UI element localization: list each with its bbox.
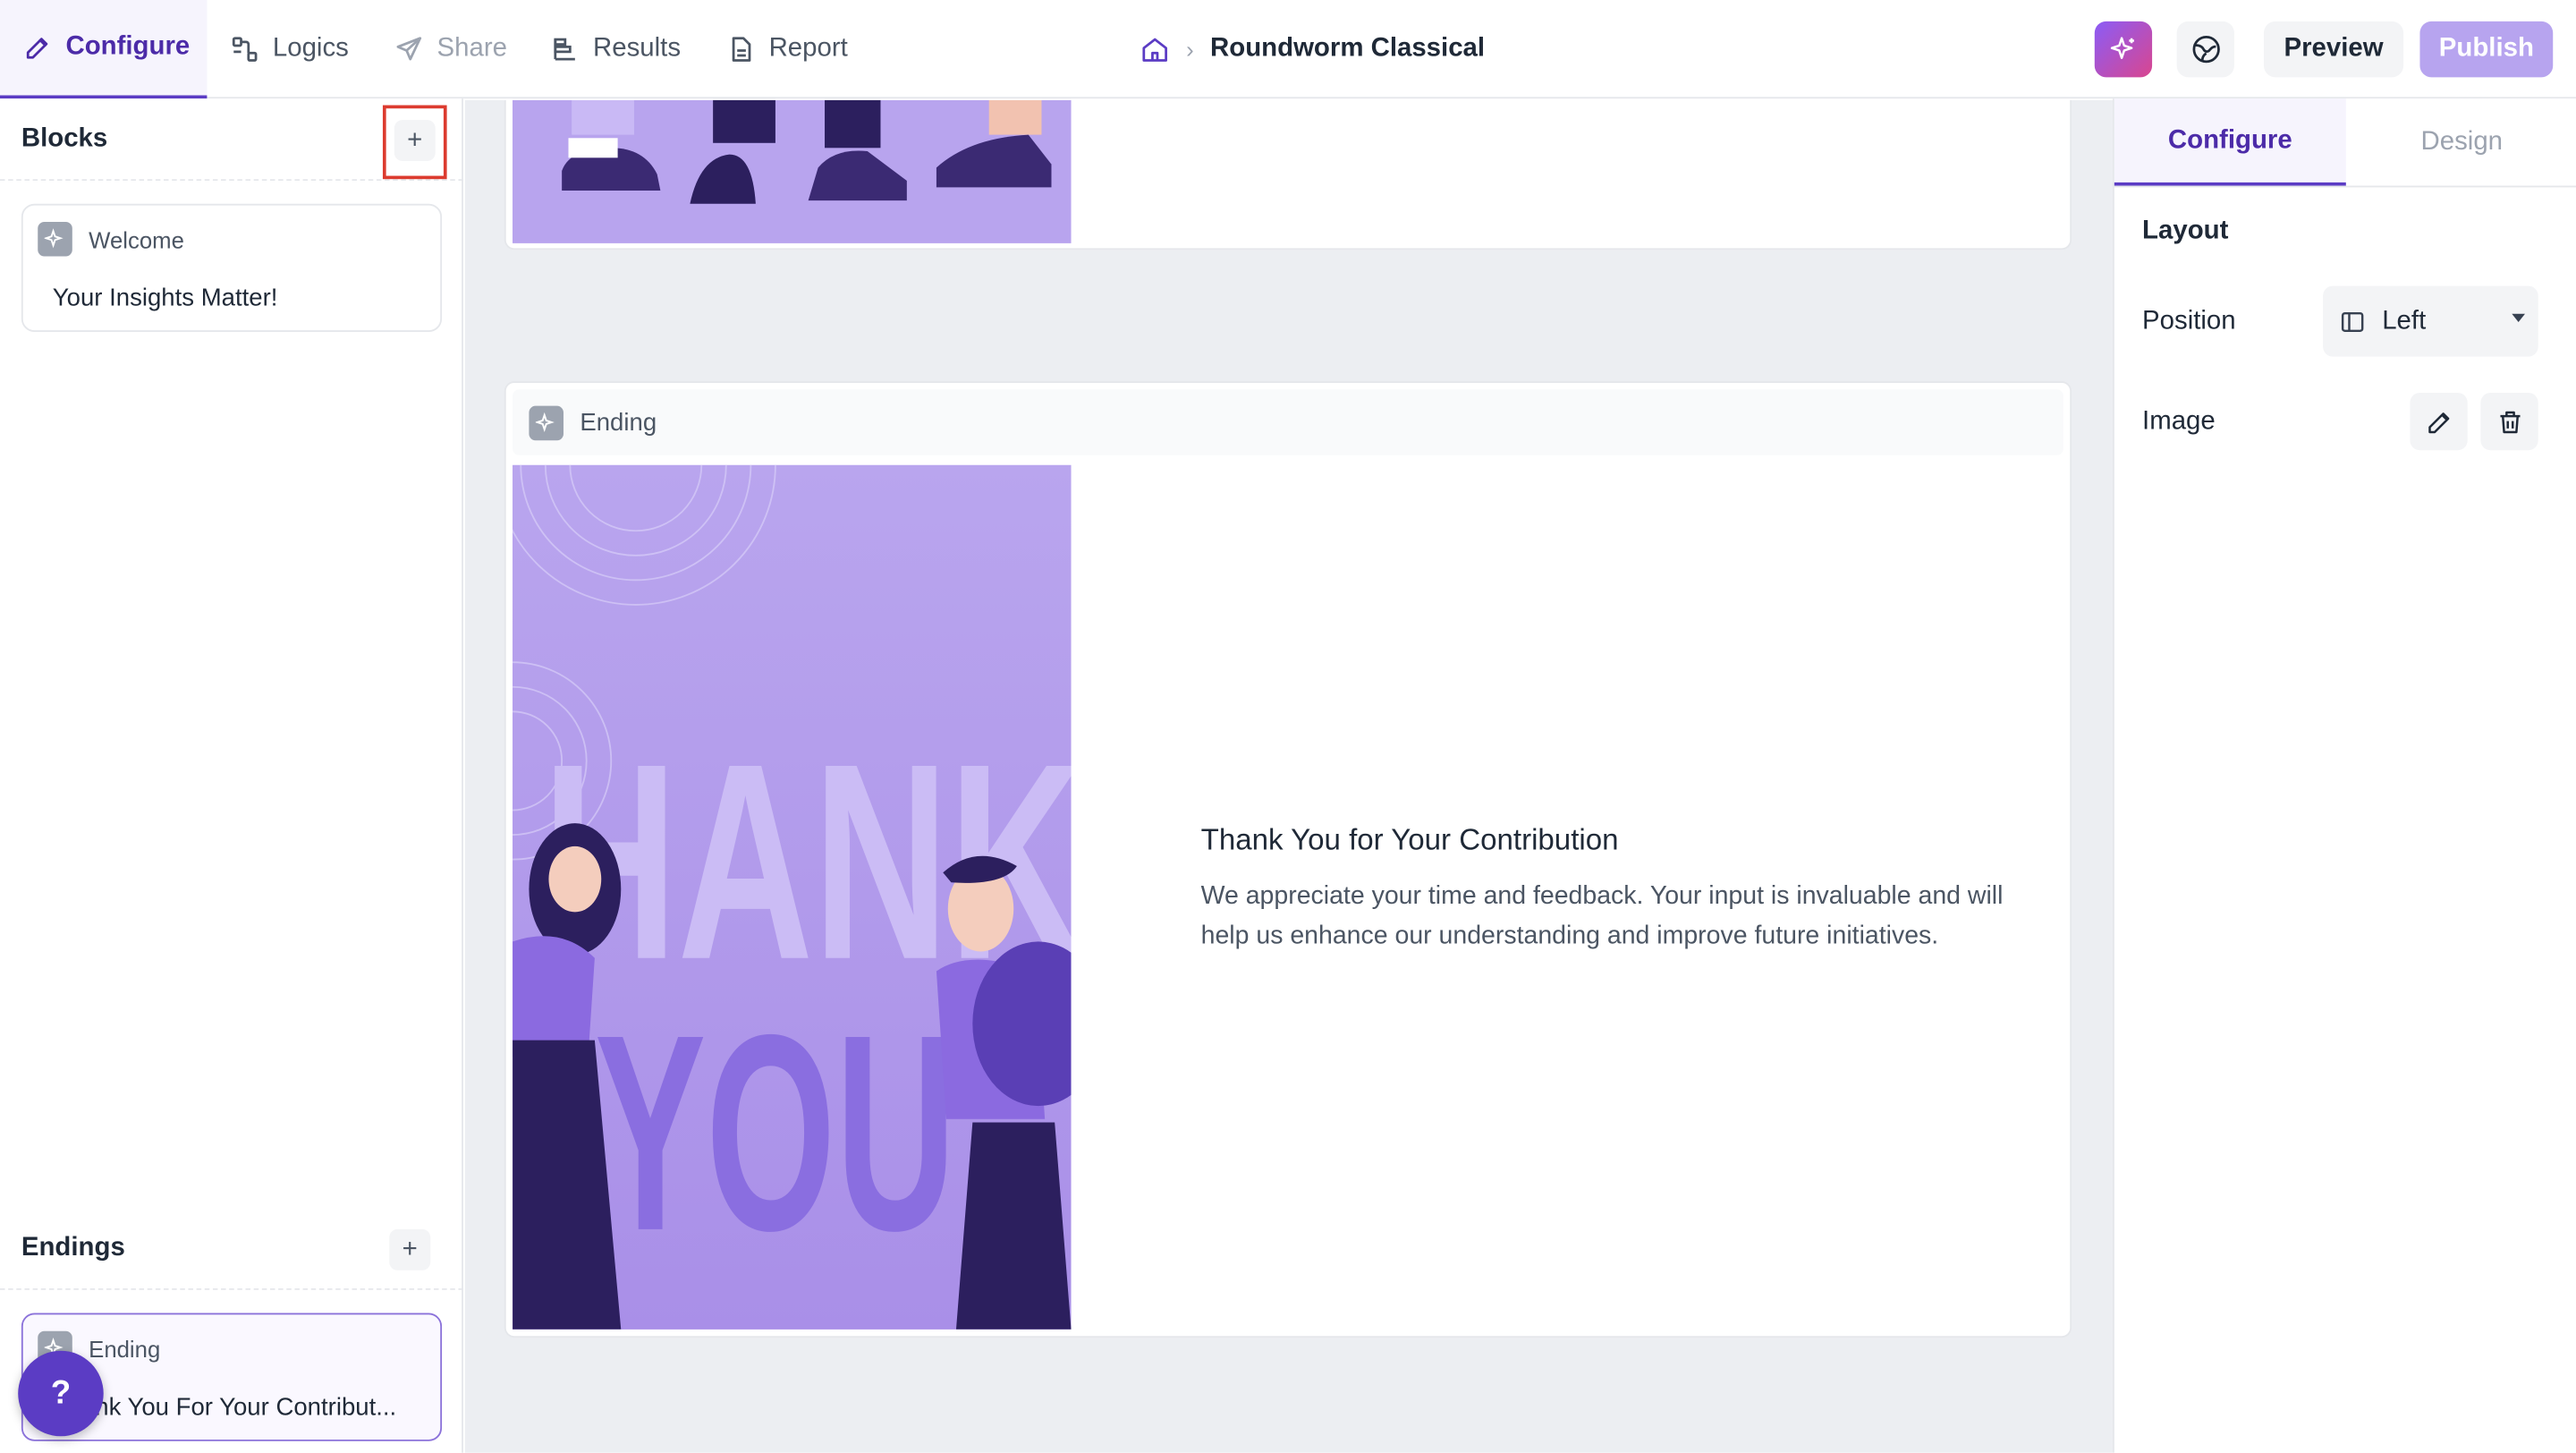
top-navigation-bar: Configure Logics Share Results Report › … — [0, 0, 2576, 99]
thank-you-illustration[interactable]: HANK YOU — [513, 464, 1072, 1330]
position-label: Position — [2142, 307, 2236, 336]
delete-image-button[interactable] — [2480, 392, 2538, 451]
tab-results[interactable]: Results — [550, 0, 681, 98]
ending-block-card[interactable]: Ending HANK YOU Thank You for Your Contr… — [504, 381, 2072, 1338]
ending-title: Thank You For Your Contribut... — [52, 1393, 397, 1422]
add-ending-button[interactable]: + — [389, 1228, 431, 1270]
tab-label: Configure — [65, 32, 191, 61]
preview-button[interactable]: Preview — [2263, 21, 2404, 78]
tab-label: Logics — [272, 34, 349, 63]
editor-canvas: Ending HANK YOU Thank You for Your Contr… — [464, 100, 2113, 1453]
home-icon[interactable] — [1140, 35, 1170, 64]
logic-flow-icon — [232, 37, 258, 62]
layout-heading: Layout — [2142, 217, 2229, 245]
block-kind: Welcome — [38, 221, 184, 257]
tab-share[interactable]: Share — [394, 0, 507, 98]
globe-icon — [2191, 35, 2219, 64]
tab-design-panel[interactable]: Design — [2346, 98, 2576, 185]
block-kind-label: Ending — [89, 1335, 161, 1362]
tab-label: Share — [436, 34, 507, 63]
left-sidebar: Blocks + Welcome Your Insights Matter! E… — [0, 98, 463, 1453]
ending-content: Thank You for Your Contribution We appre… — [1201, 823, 2055, 956]
tab-report[interactable]: Report — [726, 0, 848, 98]
tab-label: Report — [768, 34, 848, 63]
tab-configure[interactable]: Configure — [0, 0, 208, 99]
language-button[interactable] — [2176, 21, 2234, 78]
ending-card-header: Ending — [513, 389, 2063, 455]
block-title: Your Insights Matter! — [52, 284, 278, 312]
tab-configure-panel[interactable]: Configure — [2114, 98, 2346, 186]
document-icon — [732, 37, 751, 62]
pencil-icon — [26, 38, 48, 59]
tab-logics[interactable]: Logics — [230, 0, 349, 98]
block-card-welcome[interactable]: Welcome Your Insights Matter! — [21, 203, 443, 333]
chevron-down-icon — [2512, 313, 2526, 322]
sparkle-icon — [529, 404, 564, 440]
endings-title: Endings — [21, 1233, 125, 1262]
ending-card-kind: Ending — [580, 408, 657, 437]
layout-left-icon — [2341, 311, 2364, 332]
edit-image-button[interactable] — [2410, 392, 2468, 451]
image-label: Image — [2142, 407, 2216, 436]
block-kind-label: Welcome — [89, 225, 184, 252]
properties-panel: Configure Design Layout Position Left Im… — [2112, 98, 2576, 1453]
ending-title-text[interactable]: Thank You for Your Contribution — [1201, 823, 2055, 858]
position-select[interactable]: Left — [2323, 285, 2538, 357]
publish-button[interactable]: Publish — [2419, 21, 2554, 78]
sparkle-icon — [2109, 37, 2133, 59]
ending-description-text[interactable]: We appreciate your time and feedback. Yo… — [1201, 878, 2055, 956]
tabs-divider — [2114, 185, 2576, 188]
add-block-button[interactable]: + — [394, 120, 436, 161]
paper-plane-icon — [396, 37, 422, 61]
image-word-bottom: YOU — [595, 977, 956, 1289]
breadcrumb-separator: › — [1186, 36, 1194, 63]
position-value: Left — [2382, 306, 2427, 335]
bar-chart-icon — [554, 38, 575, 61]
sparkle-icon — [38, 221, 72, 257]
breadcrumb: › Roundworm Classical — [1140, 0, 1485, 98]
welcome-card[interactable] — [504, 100, 2072, 251]
welcome-illustration — [513, 100, 1072, 243]
tab-label: Results — [593, 34, 682, 63]
breadcrumb-current: Roundworm Classical — [1210, 34, 1486, 63]
help-button[interactable]: ? — [18, 1350, 104, 1437]
blocks-title: Blocks — [21, 123, 108, 152]
trash-icon — [2499, 410, 2520, 433]
pencil-icon — [2428, 412, 2449, 433]
ai-assistant-button[interactable] — [2094, 21, 2153, 78]
